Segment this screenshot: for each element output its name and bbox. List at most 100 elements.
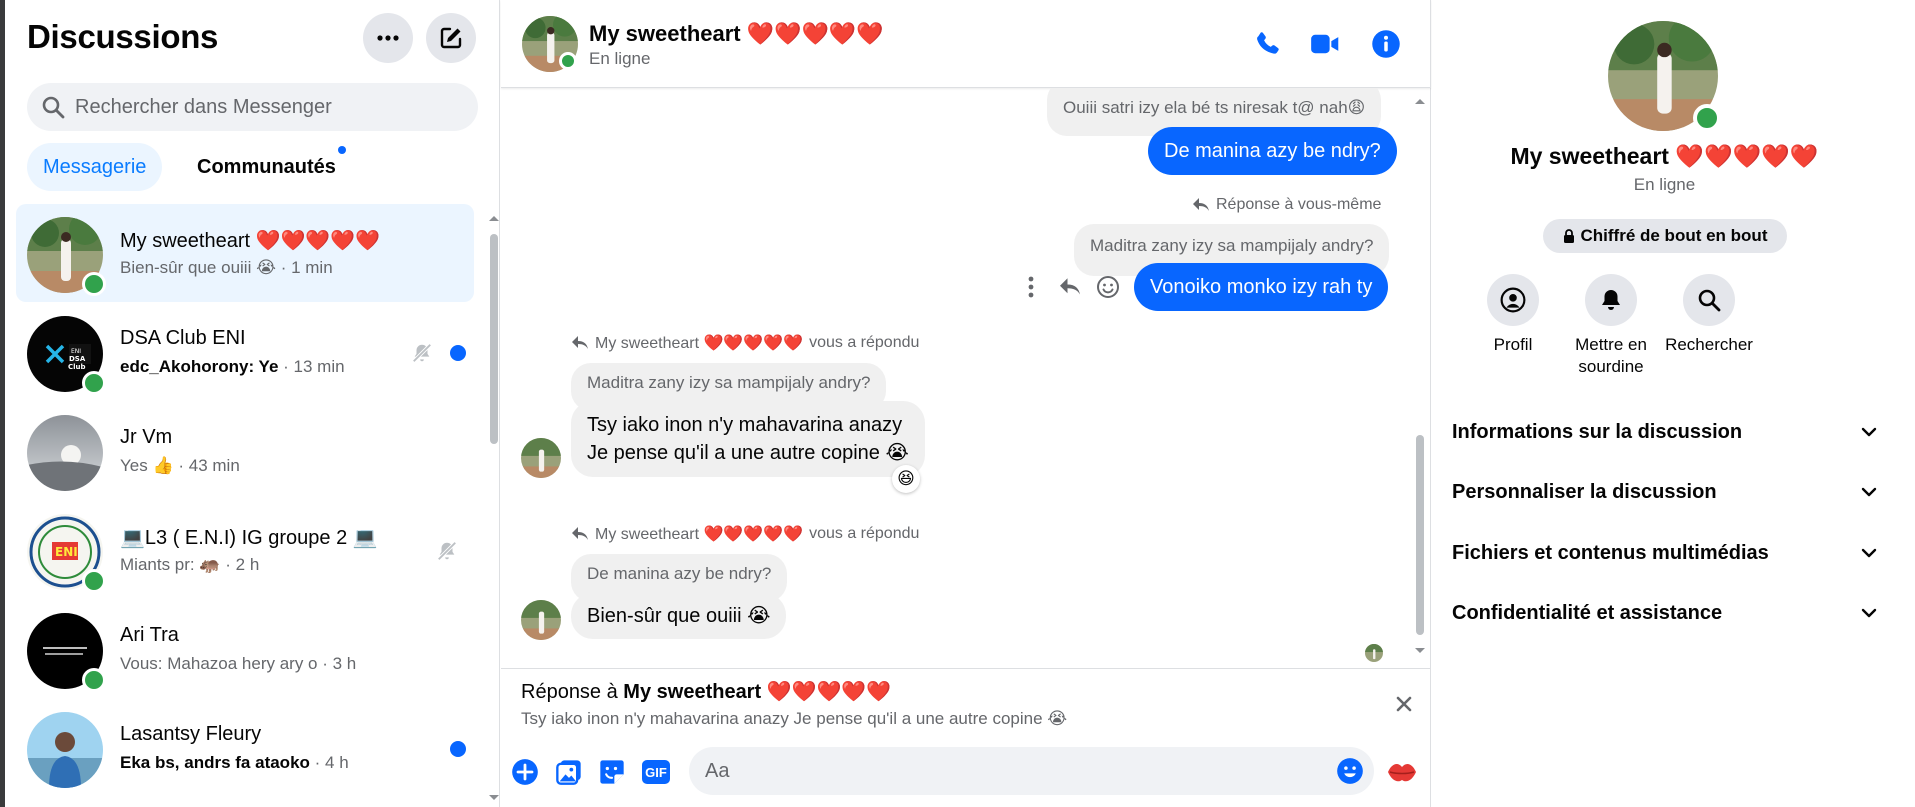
tab-communautes[interactable]: Communautés xyxy=(181,143,352,191)
outgoing-message[interactable]: De manina azy be ndry? xyxy=(1148,127,1397,175)
conversation-preview: Bien-sûr que ouiii 😭 · 1 min xyxy=(120,258,333,277)
outgoing-message[interactable]: Vonoiko monko izy rah ty xyxy=(1134,263,1389,311)
scroll-up-icon xyxy=(1415,99,1425,104)
message-reply-button[interactable] xyxy=(1055,272,1085,302)
incoming-message[interactable]: Tsy iako inon n'y mahavarina anazy Je pe… xyxy=(571,401,925,477)
reply-preview-text: Tsy iako inon n'y mahavarina anazy Je pe… xyxy=(521,709,1068,728)
chat-scroll-thumb[interactable] xyxy=(1416,435,1424,635)
muted-bell-icon xyxy=(412,343,432,363)
cancel-reply-button[interactable] xyxy=(1391,691,1417,717)
chevron-down-icon xyxy=(1861,487,1877,497)
more-icon xyxy=(377,35,399,41)
incoming-message[interactable]: Bien-sûr que ouiii 😭 xyxy=(571,593,787,639)
svg-text:Club: Club xyxy=(68,363,86,371)
conversation-name: Jr Vm xyxy=(120,426,173,448)
conversation-item[interactable]: Ari Tra Vous: Mahazoa hery ary o · 3 h xyxy=(16,600,474,698)
message-react-button[interactable] xyxy=(1093,272,1123,302)
e2e-label: Chiffré de bout en bout xyxy=(1580,226,1768,245)
search-action[interactable]: Rechercher xyxy=(1654,274,1764,356)
search-input[interactable] xyxy=(75,95,455,119)
chat-panel: My sweetheart ❤️❤️❤️❤️❤️ En ligne Ouiii … xyxy=(501,0,1431,807)
message-line: Je pense qu'il a une autre copine 😭 xyxy=(587,442,909,464)
contact-status: En ligne xyxy=(589,49,651,68)
video-call-button[interactable] xyxy=(1307,26,1343,62)
lock-icon xyxy=(1563,229,1574,243)
sidebar-scroll-thumb[interactable] xyxy=(490,234,498,444)
section-customize[interactable]: Personnaliser la discussion xyxy=(1452,467,1877,517)
message-more-button[interactable] xyxy=(1016,272,1046,302)
emoji-button[interactable] xyxy=(1336,757,1364,785)
conversation-item[interactable]: My sweetheart ❤️❤️❤️❤️❤️ Bien-sûr que ou… xyxy=(16,204,474,302)
sidebar-scrollbar[interactable] xyxy=(487,212,501,807)
gif-button[interactable]: GIF xyxy=(639,755,673,789)
more-vertical-icon xyxy=(1028,276,1034,298)
search-bar[interactable] xyxy=(27,83,478,131)
new-message-button[interactable] xyxy=(426,13,476,63)
conversation-item[interactable]: Jr Vm Yes 👍 · 43 min xyxy=(16,402,474,500)
gif-icon: GIF xyxy=(642,760,670,784)
tab-messagerie[interactable]: Messagerie xyxy=(27,143,163,191)
section-privacy-support[interactable]: Confidentialité et assistance xyxy=(1452,588,1877,638)
svg-text:ENI: ENI xyxy=(55,545,78,559)
message-input[interactable] xyxy=(705,747,1305,795)
reply-meta-name: My sweetheart ❤️❤️❤️❤️❤️ xyxy=(595,335,804,352)
smiley-icon xyxy=(1097,276,1119,298)
message-thread: Ouiii satri izy ela bé ts niresak t@ nah… xyxy=(501,88,1431,668)
conversation-name: DSA Club ENI xyxy=(120,327,246,349)
mute-action[interactable]: Mettre en sourdine xyxy=(1556,274,1666,378)
conversation-preview: edc_Akohorony: Ye · 13 min xyxy=(120,357,345,376)
conversation-name: Lasantsy Fleury xyxy=(120,723,262,745)
message-input-box[interactable] xyxy=(689,747,1374,795)
conversation-item[interactable]: ENI DSA Club DSA Club ENI edc_Akohorony: Y… xyxy=(16,303,474,401)
message-reaction[interactable]: 😆 xyxy=(892,465,920,493)
compose-icon xyxy=(440,27,462,49)
conversation-item[interactable]: ENI 💻L3 ( E.N.I) IG groupe 2 💻 Miants pr… xyxy=(16,501,474,599)
sidebar: Discussions Messagerie Communautés My sw… xyxy=(5,0,500,807)
sender-avatar xyxy=(521,600,561,640)
scroll-up-icon xyxy=(489,216,499,221)
svg-text:DSA: DSA xyxy=(69,355,86,363)
conversation-name: 💻L3 ( E.N.I) IG groupe 2 💻 xyxy=(120,527,378,549)
conversation-name: Ari Tra xyxy=(120,624,179,646)
attach-media-button[interactable] xyxy=(552,755,586,789)
chat-scrollbar[interactable] xyxy=(1413,95,1427,660)
reply-preview-bar: Réponse à My sweetheart ❤️❤️❤️❤️❤️ Tsy i… xyxy=(501,668,1431,738)
reply-preview-title: Réponse à My sweetheart ❤️❤️❤️❤️❤️ xyxy=(521,681,892,703)
reply-arrow-icon xyxy=(572,527,588,540)
conversation-item[interactable]: Lasantsy Fleury Eka bs, andrs fa ataoko … xyxy=(16,699,474,797)
reply-meta-name: My sweetheart ❤️❤️❤️❤️❤️ xyxy=(595,526,804,543)
phone-icon xyxy=(1257,32,1279,54)
online-indicator xyxy=(82,272,106,296)
close-icon xyxy=(1396,696,1412,712)
e2e-encryption-badge[interactable]: Chiffré de bout en bout xyxy=(1543,219,1787,253)
more-options-button[interactable] xyxy=(363,13,413,63)
profile-action[interactable]: Profil xyxy=(1458,274,1568,356)
avatar xyxy=(27,712,103,788)
info-icon xyxy=(1372,30,1400,58)
reply-meta-text: Réponse à vous-même xyxy=(1216,196,1382,213)
online-indicator xyxy=(82,668,106,692)
chevron-down-icon xyxy=(1861,608,1877,618)
conversation-preview: Eka bs, andrs fa ataoko · 4 h xyxy=(120,753,349,772)
online-indicator xyxy=(82,569,106,593)
video-camera-icon xyxy=(1311,34,1339,54)
more-actions-button[interactable] xyxy=(508,755,542,789)
section-files-media[interactable]: Fichiers et contenus multimédias xyxy=(1452,528,1877,578)
avatar xyxy=(27,415,103,491)
quick-reaction-button[interactable] xyxy=(1385,755,1419,789)
conversation-name: My sweetheart ❤️❤️❤️❤️❤️ xyxy=(120,230,381,252)
sticker-button[interactable] xyxy=(595,755,629,789)
contact-name[interactable]: My sweetheart ❤️❤️❤️❤️❤️ xyxy=(589,21,884,47)
reply-meta: My sweetheart ❤️❤️❤️❤️❤️ vous a répondu xyxy=(571,333,919,353)
profile-action-label: Profil xyxy=(1493,335,1533,354)
emoji-icon xyxy=(1337,758,1363,784)
section-label: Confidentialité et assistance xyxy=(1452,601,1723,624)
conversation-info-button[interactable] xyxy=(1368,26,1404,62)
unread-dot xyxy=(450,345,466,361)
reply-arrow-icon xyxy=(1193,198,1209,211)
read-receipt-avatar xyxy=(1365,644,1383,662)
sticker-icon xyxy=(600,760,624,784)
communautes-unread-dot xyxy=(338,146,346,154)
audio-call-button[interactable] xyxy=(1249,26,1285,62)
section-conversation-info[interactable]: Informations sur la discussion xyxy=(1452,407,1877,457)
